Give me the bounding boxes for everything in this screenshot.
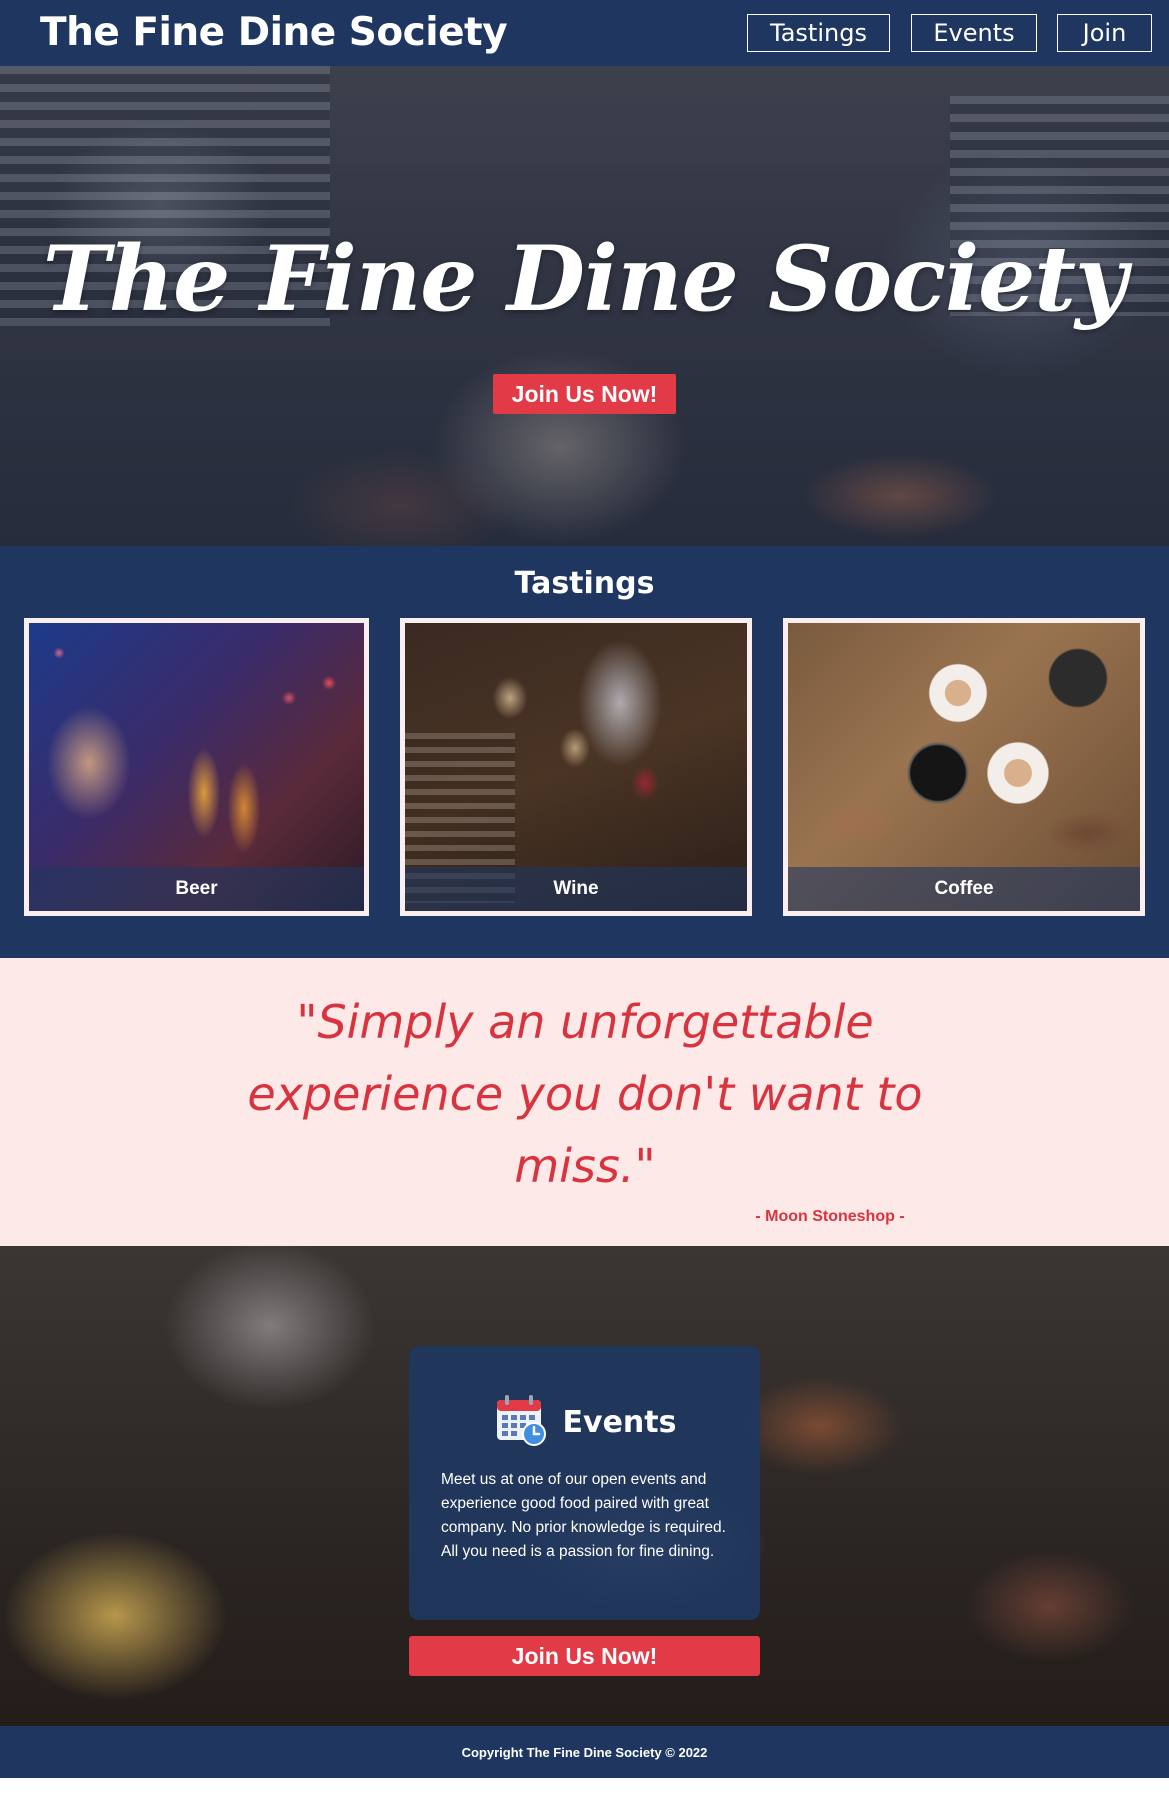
footer-copyright: Copyright The Fine Dine Society © 2022 <box>461 1744 708 1760</box>
top-nav: The Fine Dine Society Tastings Events Jo… <box>0 0 1169 66</box>
tasting-card-label: Beer <box>29 867 364 911</box>
nav-link-tastings[interactable]: Tastings <box>747 14 890 52</box>
hero-banner: The Fine Dine Society Join Us Now! <box>0 66 1169 546</box>
events-join-button[interactable]: Join Us Now! <box>409 1636 760 1676</box>
tastings-title: Tastings <box>514 566 655 601</box>
events-header: Events <box>409 1392 760 1453</box>
tasting-card-label: Coffee <box>788 867 1140 911</box>
testimonial-section: "Simply an unforgettable experience you … <box>0 958 1169 1246</box>
tasting-card-beer[interactable]: Beer <box>24 618 369 916</box>
testimonial-author: - Moon Stoneshop - <box>755 1208 905 1225</box>
events-card: Events Meet us at one of our open events… <box>409 1346 760 1620</box>
tasting-card-coffee[interactable]: Coffee <box>783 618 1145 916</box>
events-description: Meet us at one of our open events and ex… <box>441 1471 726 1560</box>
tastings-section: Tastings Beer Wine Coffee <box>0 546 1169 958</box>
calendar-clock-icon <box>493 1392 549 1453</box>
brand-logo[interactable]: The Fine Dine Society <box>40 10 508 55</box>
hero-join-button[interactable]: Join Us Now! <box>493 374 676 414</box>
events-section: Events Meet us at one of our open events… <box>0 1246 1169 1726</box>
tasting-card-label: Wine <box>405 867 747 911</box>
nav-link-events[interactable]: Events <box>911 14 1037 52</box>
hero-title: The Fine Dine Society <box>42 226 1128 332</box>
testimonial-quote: "Simply an unforgettable experience you … <box>247 995 923 1193</box>
tasting-card-wine[interactable]: Wine <box>400 618 752 916</box>
footer: Copyright The Fine Dine Society © 2022 <box>0 1726 1169 1778</box>
events-title: Events <box>562 1405 677 1440</box>
nav-link-join[interactable]: Join <box>1057 14 1152 52</box>
